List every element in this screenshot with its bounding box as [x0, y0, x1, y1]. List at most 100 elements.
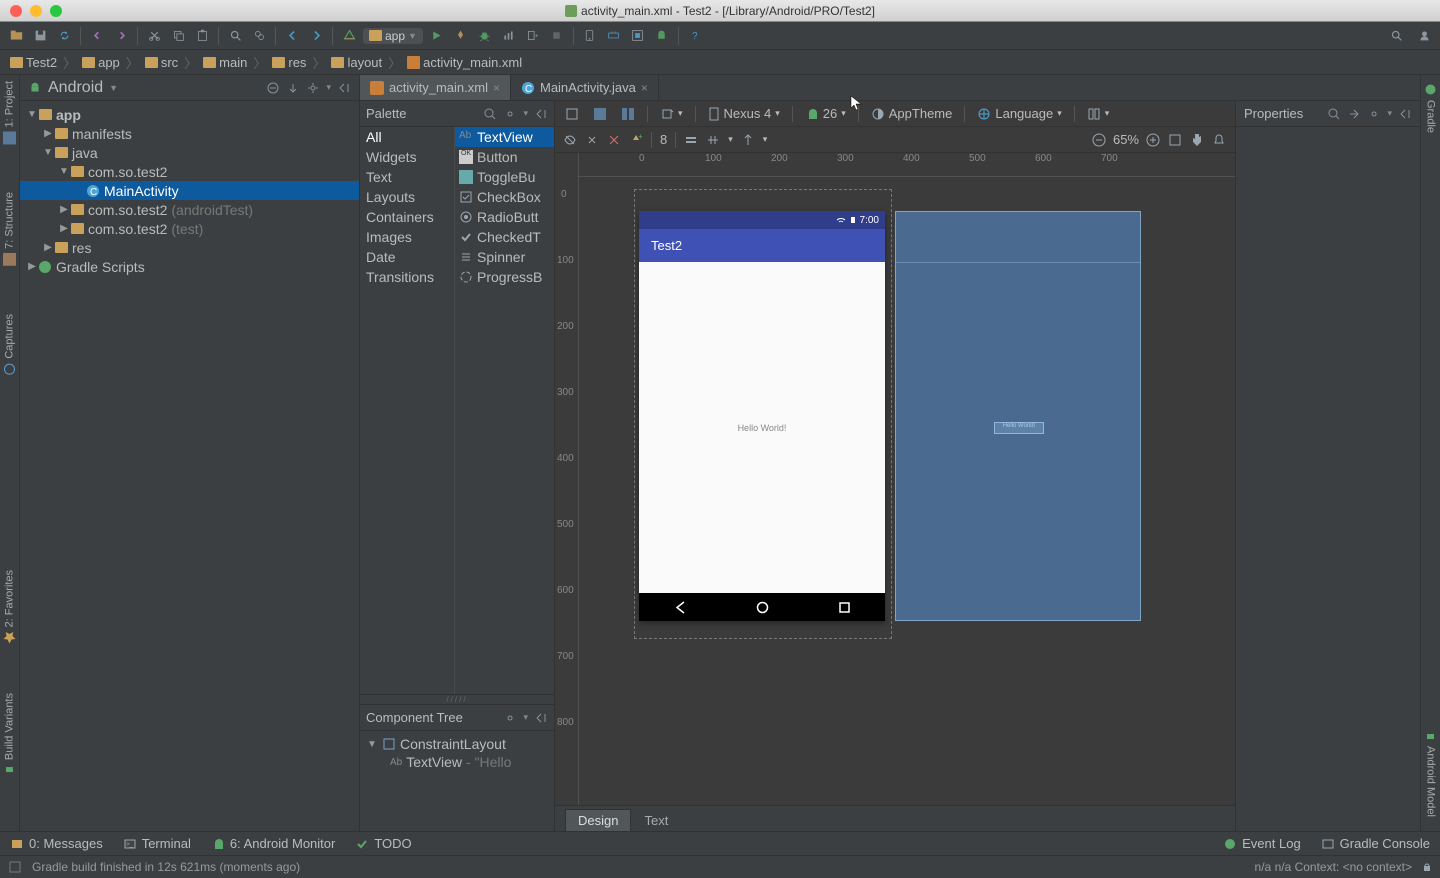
palette-category[interactable]: Containers [360, 207, 454, 227]
gear-icon[interactable] [503, 107, 517, 121]
tree-node-gradle[interactable]: ▶Gradle Scripts [20, 257, 359, 276]
copy-icon[interactable] [168, 26, 188, 46]
tree-node-package[interactable]: ▼com.so.test2 [20, 162, 359, 181]
todo-tool-button[interactable]: TODO [355, 836, 411, 851]
terminal-tool-button[interactable]: >_Terminal [123, 836, 191, 851]
zoom-value[interactable]: 65% [1113, 132, 1139, 147]
lock-icon[interactable] [1422, 862, 1432, 872]
attach-debugger-icon[interactable] [523, 26, 543, 46]
android-monitor-tool-button[interactable]: 6: Android Monitor [211, 836, 336, 851]
surface-select-icon[interactable] [563, 107, 581, 121]
maximize-window-button[interactable] [50, 5, 62, 17]
gear-icon[interactable] [1367, 107, 1381, 121]
editor-tab[interactable]: activity_main.xml × [360, 75, 511, 100]
gradle-tool-tab[interactable]: Gradle [1424, 79, 1437, 137]
palette-item[interactable]: AbTextView [455, 127, 554, 147]
minimize-window-button[interactable] [30, 5, 42, 17]
structure-tool-tab[interactable]: 7: Structure [3, 188, 16, 270]
pan-icon[interactable] [1189, 132, 1205, 148]
zoom-fit-icon[interactable] [1167, 132, 1183, 148]
replace-icon[interactable] [249, 26, 269, 46]
apply-changes-icon[interactable] [451, 26, 471, 46]
project-tool-tab[interactable]: 1: Project [3, 77, 16, 148]
paste-icon[interactable] [192, 26, 212, 46]
status-icon[interactable] [8, 860, 22, 874]
tree-node-mainactivity[interactable]: CMainActivity [20, 181, 359, 200]
build-variants-tool-tab[interactable]: Build Variants [3, 689, 16, 781]
avd-manager-icon[interactable] [580, 26, 600, 46]
forward-icon[interactable] [306, 26, 326, 46]
blueprint-textview[interactable]: Hello World! [994, 422, 1044, 434]
pack-icon[interactable] [684, 133, 698, 147]
debug-icon[interactable] [475, 26, 495, 46]
clear-constraints-icon[interactable] [607, 133, 621, 147]
palette-item[interactable]: CheckedT [455, 227, 554, 247]
hide-panel-icon[interactable] [1398, 107, 1412, 121]
layout-inspector-icon[interactable] [628, 26, 648, 46]
favorites-tool-tab[interactable]: 2: Favorites [3, 566, 16, 648]
notifications-icon[interactable] [1211, 132, 1227, 148]
palette-category[interactable]: Text [360, 167, 454, 187]
build-icon[interactable] [339, 26, 359, 46]
run-icon[interactable] [427, 26, 447, 46]
orientation-selector[interactable]: ▾ [658, 107, 685, 121]
palette-category[interactable]: Widgets [360, 147, 454, 167]
palette-item[interactable]: ToggleBu [455, 167, 554, 187]
redo-icon[interactable] [111, 26, 131, 46]
sync-icon[interactable] [54, 26, 74, 46]
project-mode-selector[interactable]: Android [48, 79, 103, 97]
breadcrumb-item[interactable]: src [139, 55, 184, 70]
help-icon[interactable]: ? [685, 26, 705, 46]
breadcrumb-item[interactable]: layout [325, 55, 388, 70]
editor-tab[interactable]: C MainActivity.java × [511, 75, 659, 100]
visibility-icon[interactable] [563, 133, 577, 147]
sdk-manager-icon[interactable] [604, 26, 624, 46]
hide-panel-icon[interactable] [337, 81, 351, 95]
autoconnect-icon[interactable] [585, 133, 599, 147]
android-icon[interactable] [652, 26, 672, 46]
palette-item[interactable]: OKButton [455, 147, 554, 167]
language-selector[interactable]: Language▾ [975, 106, 1063, 121]
api-selector[interactable]: 26▾ [803, 106, 848, 121]
palette-category[interactable]: Layouts [360, 187, 454, 207]
run-config-selector[interactable]: app ▼ [363, 28, 423, 44]
search-icon[interactable] [1327, 107, 1341, 121]
surface-design-icon[interactable] [591, 107, 609, 121]
hide-panel-icon[interactable] [534, 711, 548, 725]
component-tree-node[interactable]: Ab TextView - "Hello [366, 753, 554, 771]
tree-node-app[interactable]: ▼app [20, 105, 359, 124]
messages-tool-button[interactable]: 0: Messages [10, 836, 103, 851]
tree-node-manifests[interactable]: ▶manifests [20, 124, 359, 143]
search-icon[interactable] [483, 107, 497, 121]
resize-handle[interactable]: ///// [360, 694, 554, 704]
tree-node-package[interactable]: ▶com.so.test2(test) [20, 219, 359, 238]
breadcrumb-item[interactable]: Test2 [4, 55, 63, 70]
design-tab[interactable]: Design [565, 809, 631, 831]
breadcrumb-item[interactable]: main [197, 55, 253, 70]
close-tab-icon[interactable]: × [493, 81, 500, 95]
palette-item[interactable]: CheckBox [455, 187, 554, 207]
palette-category[interactable]: Transitions [360, 267, 454, 287]
zoom-in-icon[interactable] [1145, 132, 1161, 148]
text-tab[interactable]: Text [631, 809, 681, 831]
breadcrumb-item[interactable]: res [266, 55, 312, 70]
palette-item[interactable]: ProgressB [455, 267, 554, 287]
palette-item[interactable]: Spinner [455, 247, 554, 267]
device-selector[interactable]: Nexus 4▾ [706, 106, 782, 121]
gradle-console-tool-button[interactable]: Gradle Console [1321, 836, 1430, 851]
close-window-button[interactable] [10, 5, 22, 17]
palette-category[interactable]: Images [360, 227, 454, 247]
palette-category[interactable]: Date [360, 247, 454, 267]
captures-tool-tab[interactable]: Captures [3, 310, 16, 380]
default-margin-value[interactable]: 8 [660, 132, 667, 147]
breadcrumb-item[interactable]: app [76, 55, 126, 70]
gear-icon[interactable] [503, 711, 517, 725]
tree-node-package[interactable]: ▶com.so.test2(androidTest) [20, 200, 359, 219]
scroll-from-source-icon[interactable] [286, 81, 300, 95]
toggle-view-icon[interactable] [1347, 107, 1361, 121]
gear-icon[interactable] [306, 81, 320, 95]
theme-selector[interactable]: AppTheme [869, 106, 955, 121]
component-tree-node[interactable]: ▼ConstraintLayout [366, 735, 554, 753]
blueprint-preview[interactable]: Hello World! [895, 211, 1141, 621]
undo-icon[interactable] [87, 26, 107, 46]
